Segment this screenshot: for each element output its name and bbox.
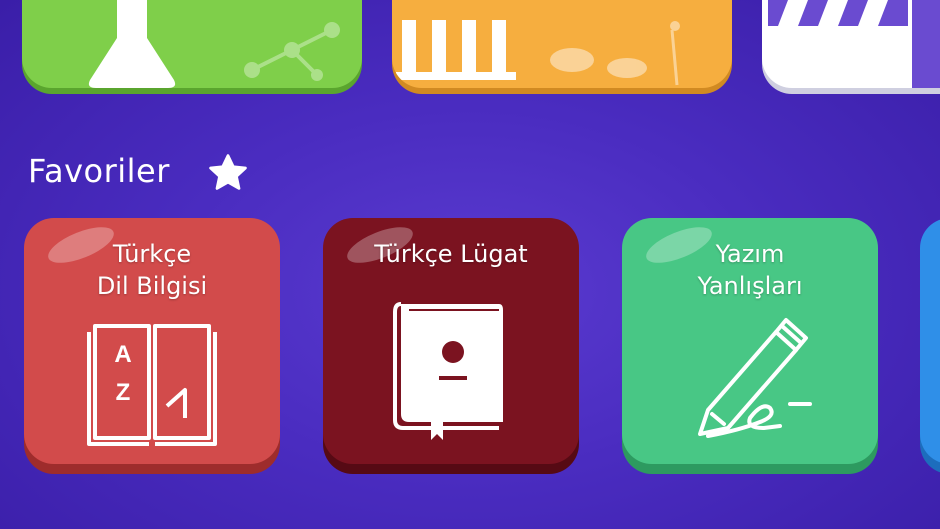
card-label-line2: Yanlışları (697, 272, 803, 300)
cave-painting-decoration (550, 21, 680, 86)
favorite-card-turkce-lugat[interactable]: Türkçe Lügat (323, 218, 579, 464)
svg-text:A: A (114, 341, 131, 368)
history-card[interactable] (392, 0, 732, 88)
star-icon (209, 154, 247, 190)
clapperboard-icon (768, 0, 908, 26)
favorite-card-turkce-dil-bilgisi[interactable]: Türkçe Dil Bilgisi A Z (24, 218, 280, 464)
card-label-line1: Türkçe Lügat (374, 240, 528, 268)
temple-icon (396, 20, 516, 80)
favorites-title: Favoriler (28, 152, 170, 190)
film-card[interactable] (762, 0, 940, 88)
book-az-icon: A Z (87, 324, 217, 446)
favorite-card-yazim-yanlislari[interactable]: Yazım Yanlışları (622, 218, 878, 464)
card-label-line1: Yazım (715, 240, 785, 268)
dictionary-icon (393, 302, 503, 440)
pen-icon (698, 318, 812, 438)
favorite-card-partial[interactable] (920, 218, 940, 464)
card-label: Türkçe Lügat (323, 238, 579, 270)
card-label-line2: Dil Bilgisi (96, 272, 208, 300)
card-label: Türkçe Dil Bilgisi (24, 238, 280, 302)
molecule-decoration (244, 22, 340, 81)
svg-text:Z: Z (116, 379, 131, 406)
card-label-line1: Türkçe (112, 240, 192, 268)
science-card[interactable] (22, 0, 362, 88)
flask-icon (88, 0, 176, 88)
card-label: Yazım Yanlışları (622, 238, 878, 302)
